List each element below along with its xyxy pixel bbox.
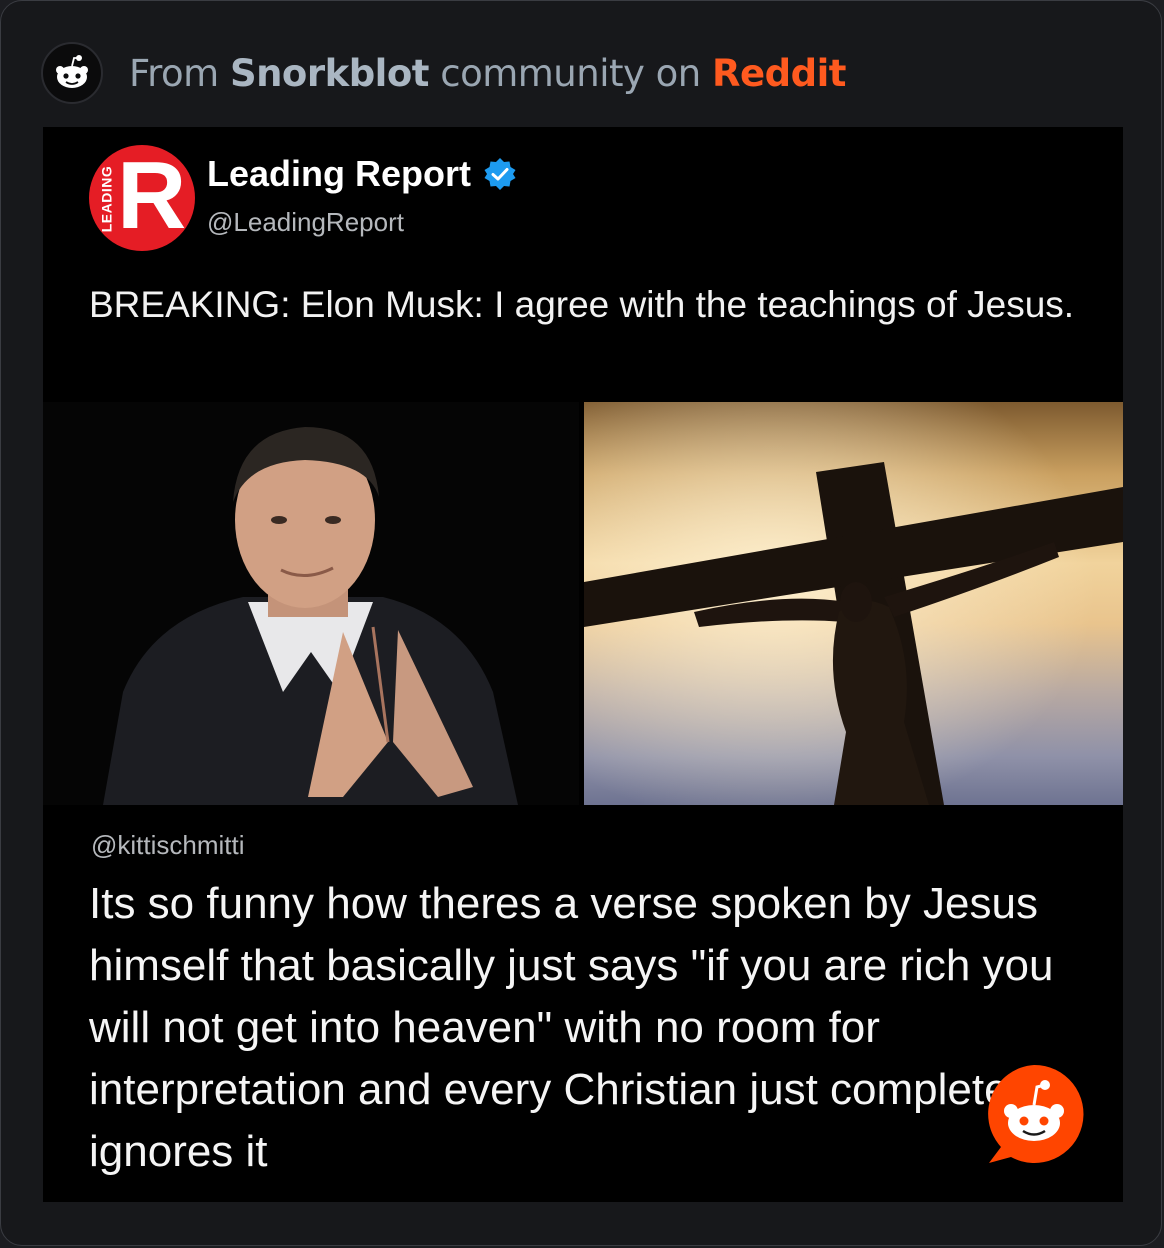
logo-letter: R (117, 145, 187, 249)
reddit-link[interactable]: Reddit (712, 52, 846, 95)
reply-text: Its so funny how theres a verse spoken b… (89, 879, 1054, 1176)
tweet-text: BREAKING: Elon Musk: I agree with the te… (89, 284, 1075, 325)
post-card: From Snorkblot community on Reddit R LEA… (0, 0, 1162, 1246)
tweet-author-name: Leading Report (207, 153, 517, 195)
reddit-snoo-icon[interactable] (41, 42, 103, 104)
source-middle: community on (428, 51, 713, 95)
reply-handle: @kittischmitti (91, 830, 245, 860)
tweet-author-handle: @LeadingReport (207, 207, 404, 237)
community-link[interactable]: Snorkblot (230, 52, 430, 95)
portrait-photo (43, 402, 579, 805)
leading-report-logo: R LEADING (89, 145, 195, 251)
source-header: From Snorkblot community on Reddit (41, 41, 846, 105)
verified-badge-icon (484, 158, 516, 190)
source-prefix: From (129, 51, 230, 95)
tweet-screenshot: R LEADING Leading Report @LeadingReport … (43, 127, 1123, 1202)
crucifix-photo (584, 402, 1123, 805)
author-name: Leading Report (207, 153, 472, 194)
logo-vertical-text: LEADING (98, 165, 115, 233)
source-text: From Snorkblot community on Reddit (129, 52, 846, 95)
reddit-snoo-bubble-icon (988, 1064, 1084, 1163)
